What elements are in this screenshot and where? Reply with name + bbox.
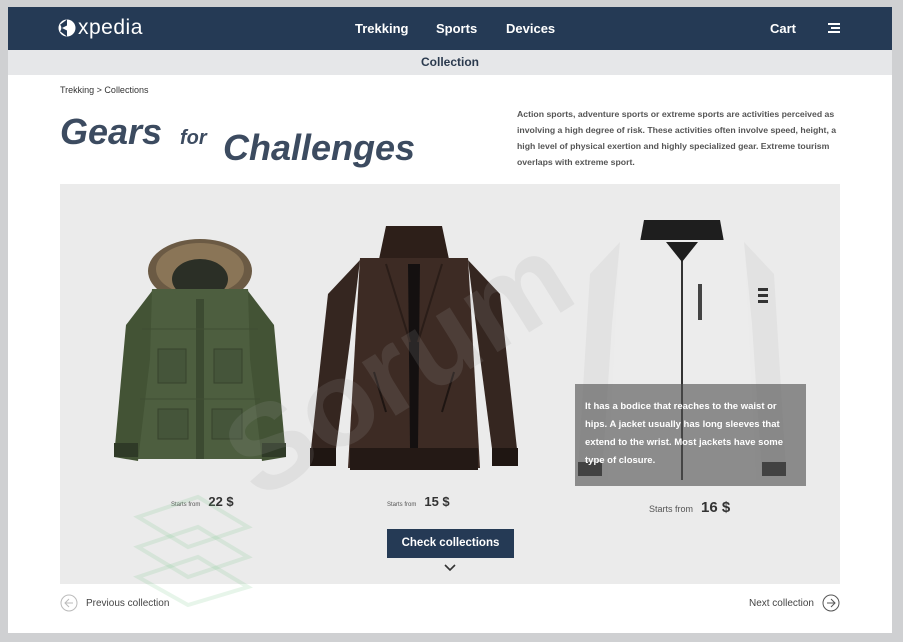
- logo[interactable]: xpedia: [58, 17, 143, 39]
- collection-bar-label: Collection: [420, 55, 479, 69]
- arrow-right-circle-icon: [822, 594, 840, 612]
- logo-mark-icon: [58, 19, 76, 37]
- chevron-down-icon[interactable]: [444, 564, 456, 572]
- logo-text: xpedia: [78, 16, 143, 39]
- price-value: 22 $: [208, 494, 234, 509]
- next-collection-label: Next collection: [748, 597, 814, 609]
- browser-frame: xpedia Trekking Sports Devices Cart Coll…: [8, 7, 892, 633]
- green-parka-image: [114, 239, 286, 461]
- price-leather-jacket: Starts from 15 $: [387, 494, 450, 509]
- price-prefix: Starts from: [171, 502, 201, 508]
- hamburger-menu-icon[interactable]: [828, 23, 840, 33]
- product-gallery: Starts from 22 $ Starts from 15 $ It has…: [60, 184, 840, 584]
- previous-collection-label: Previous collection: [86, 597, 170, 609]
- arrow-left-circle-icon: [60, 594, 78, 612]
- nav-link-cart[interactable]: Cart: [770, 21, 796, 37]
- title-challenges: Challenges: [223, 127, 416, 168]
- intro-description: Action sports, adventure sports or extre…: [517, 109, 837, 167]
- top-navigation: xpedia Trekking Sports Devices Cart: [8, 7, 892, 50]
- nav-link-trekking[interactable]: Trekking: [355, 21, 408, 37]
- title-gears: Gears: [60, 111, 163, 152]
- next-collection-link[interactable]: Next collection: [749, 594, 840, 612]
- collection-bar: Collection: [8, 50, 892, 75]
- leather-jacket-image: [310, 226, 518, 470]
- price-prefix: Starts from: [649, 504, 694, 514]
- product-info-overlay: It has a bodice that reaches to the wais…: [575, 384, 806, 486]
- product-card-leather-jacket[interactable]: [304, 222, 524, 484]
- price-green-parka: Starts from 22 $: [171, 494, 234, 509]
- nav-link-sports[interactable]: Sports: [436, 21, 477, 37]
- nav-link-devices[interactable]: Devices: [506, 21, 555, 37]
- product-card-green-parka[interactable]: [112, 229, 288, 474]
- price-value: 15 $: [424, 494, 450, 509]
- price-value: 16 $: [701, 499, 731, 516]
- price-white-bomber: Starts from 16 $: [649, 499, 730, 516]
- price-prefix: Starts from: [387, 502, 417, 508]
- check-collections-button[interactable]: Check collections: [387, 529, 514, 558]
- title-for: for: [180, 127, 207, 149]
- previous-collection-link[interactable]: Previous collection: [60, 594, 169, 612]
- breadcrumb[interactable]: Trekking > Collections: [60, 85, 148, 95]
